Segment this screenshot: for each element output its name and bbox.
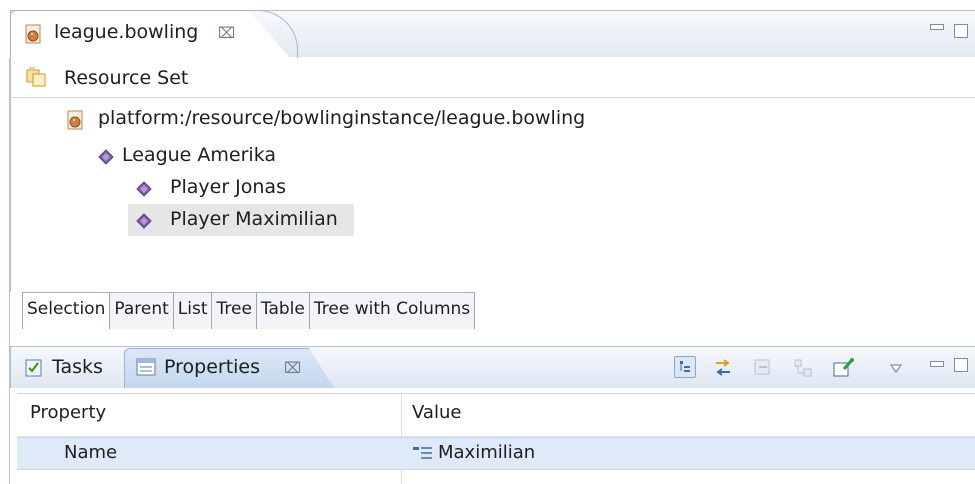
properties-icon bbox=[136, 358, 156, 381]
editor-tab-close-icon[interactable]: ⌧ bbox=[218, 24, 235, 42]
left-border bbox=[9, 58, 10, 484]
tab-list[interactable]: List bbox=[173, 293, 213, 329]
show-categories-icon[interactable] bbox=[674, 356, 696, 378]
tab-tree[interactable]: Tree bbox=[212, 293, 257, 329]
view-minimize-icon[interactable] bbox=[930, 361, 944, 367]
editor-maximize-icon[interactable] bbox=[954, 24, 968, 38]
tab-label: Tasks bbox=[52, 356, 103, 378]
text-value-icon bbox=[412, 445, 434, 466]
restore-default-icon[interactable] bbox=[752, 357, 774, 379]
editor-page-tabs: Selection Parent List Tree Table Tree wi… bbox=[22, 292, 476, 329]
show-advanced-icon[interactable] bbox=[712, 357, 734, 379]
bowling-file-icon bbox=[66, 110, 86, 135]
properties-table-header bbox=[17, 393, 975, 437]
property-value-cell[interactable]: Maximilian bbox=[438, 442, 535, 463]
bowling-file-icon bbox=[24, 24, 44, 49]
pin-icon[interactable] bbox=[832, 357, 854, 379]
editor-tab-title: league.bowling bbox=[54, 21, 199, 43]
tree-item-player-maximilian[interactable]: Player Maximilian bbox=[128, 204, 354, 236]
tab-tree-with-columns[interactable]: Tree with Columns bbox=[309, 293, 476, 329]
tree-item-platform[interactable]: platform:/resource/bowlinginstance/leagu… bbox=[62, 104, 642, 134]
tab-table[interactable]: Table bbox=[256, 293, 310, 329]
tab-tasks[interactable]: Tasks bbox=[16, 350, 120, 386]
tab-selection[interactable]: Selection bbox=[22, 293, 111, 329]
diamond-icon bbox=[136, 213, 152, 234]
column-header-value[interactable]: Value bbox=[412, 402, 461, 423]
diamond-icon bbox=[98, 149, 114, 170]
tree-item-league[interactable]: League Amerika bbox=[94, 141, 334, 171]
tree-item-label: Player Jonas bbox=[170, 176, 286, 198]
filter-icon[interactable] bbox=[792, 357, 814, 379]
resource-set-icon bbox=[26, 67, 48, 92]
view-maximize-icon[interactable] bbox=[954, 358, 968, 372]
property-name-cell: Name bbox=[64, 442, 118, 463]
tree-item-label: League Amerika bbox=[122, 144, 277, 166]
tasks-icon bbox=[24, 358, 44, 383]
tab-parent[interactable]: Parent bbox=[110, 293, 174, 329]
tree-item-label: Player Maximilian bbox=[170, 208, 338, 230]
diamond-icon bbox=[136, 181, 152, 202]
view-menu-icon[interactable] bbox=[890, 358, 902, 379]
tree-item-player-jonas[interactable]: Player Jonas bbox=[128, 173, 328, 203]
properties-close-icon[interactable]: ⌧ bbox=[284, 359, 301, 377]
editor-minimize-icon[interactable] bbox=[930, 24, 944, 30]
tab-label: Properties bbox=[164, 356, 261, 378]
resource-set-label: Resource Set bbox=[64, 67, 189, 89]
tree-item-label: platform:/resource/bowlinginstance/leagu… bbox=[98, 107, 586, 129]
column-header-property[interactable]: Property bbox=[30, 402, 106, 423]
